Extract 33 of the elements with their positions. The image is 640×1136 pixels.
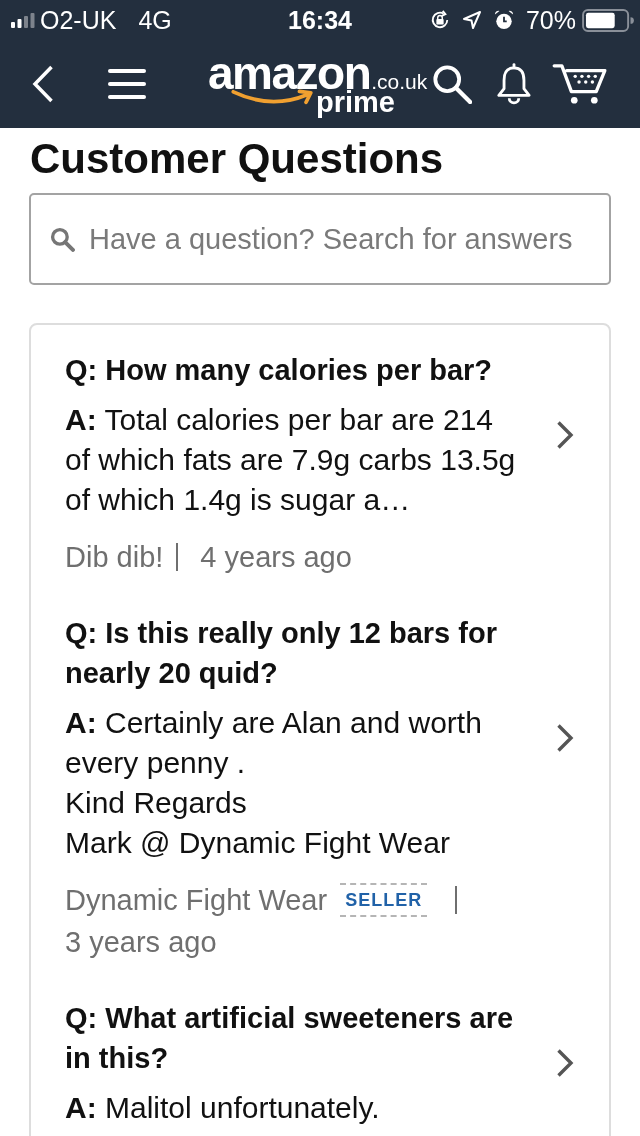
question-text[interactable]: Q: How many calories per bar? <box>65 350 536 390</box>
smile-arrow-icon[interactable] <box>230 88 316 106</box>
answer-text: A: Malitol unfortunately. <box>65 1090 381 1126</box>
seller-badge: SELLER <box>340 883 428 917</box>
answer-text: A: Total calories per bar are 214 of which fats are 7.9g carbs 13.5g of which 1.4g is sugar a… <box>65 402 517 518</box>
page-title: Customer Questions <box>30 136 445 182</box>
battery-percent: 70% <box>525 5 576 35</box>
back-icon[interactable] <box>32 65 54 103</box>
cart-icon[interactable] <box>552 63 609 105</box>
question-text[interactable]: Q: Is this really only 12 bars for nearly 20 quid? <box>65 613 536 693</box>
search-icon <box>50 227 75 252</box>
bell-icon[interactable] <box>496 63 533 105</box>
search-field[interactable]: Have a question? Search for answers <box>29 193 611 285</box>
answer-date: 3 years ago <box>65 925 217 960</box>
search-icon[interactable] <box>432 64 473 104</box>
question-text[interactable]: Q: What artificial sweeteners are in this? <box>65 998 536 1078</box>
answer-text: A: Certainly are Alan and worth every penny . Kind Regards Mark @ Dynamic Fight Wear <box>65 705 483 861</box>
orientation-lock-icon <box>429 10 450 30</box>
answer-date: 4 years ago <box>200 540 352 575</box>
network-type: 4G <box>138 5 172 35</box>
answer-author: Dib dib! <box>65 540 164 575</box>
location-arrow-icon <box>461 10 482 30</box>
answer-author: Dynamic Fight Wear <box>65 883 328 918</box>
alarm-clock-icon <box>493 10 514 30</box>
chevron-right-icon[interactable] <box>556 1048 574 1078</box>
chevron-right-icon[interactable] <box>556 420 574 450</box>
clock-time: 16:34 <box>288 5 352 35</box>
menu-icon[interactable] <box>108 69 146 99</box>
signal-icon <box>11 12 35 28</box>
carrier-name: O2-UK <box>40 5 117 35</box>
logo-domain[interactable]: .co.uk <box>371 69 428 94</box>
battery-icon <box>582 8 634 32</box>
chevron-right-icon[interactable] <box>556 723 574 753</box>
